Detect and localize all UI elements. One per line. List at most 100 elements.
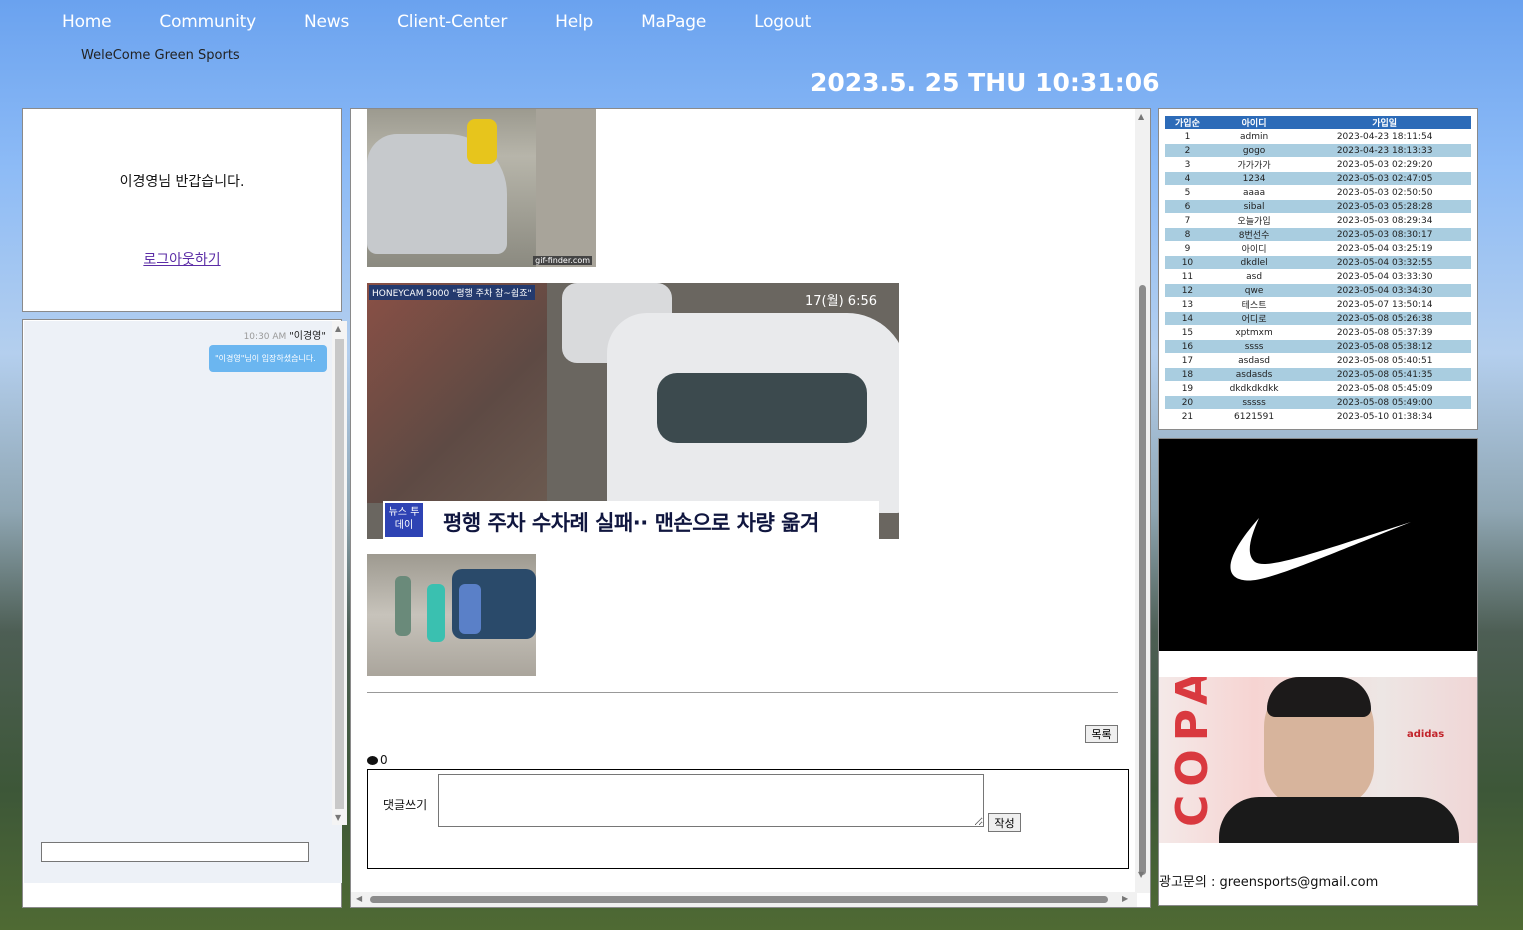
comment-label: 댓글쓰기: [383, 798, 428, 812]
member-order: 14: [1165, 312, 1210, 325]
nav-client-center[interactable]: Client-Center: [397, 12, 507, 32]
members-table-body: 1 admin 2023-04-23 18:11:54 2 gogo 2023-04-23…: [1165, 130, 1471, 423]
nav-home[interactable]: Home: [62, 12, 112, 32]
windshield-shape: [657, 373, 867, 443]
table-row: 1 admin 2023-04-23 18:11:54: [1165, 130, 1471, 143]
image-tag: HONEYCAM 5000 "평행 주차 참~쉽죠": [369, 285, 535, 300]
adidas-ad[interactable]: COPA adidas: [1159, 677, 1477, 843]
chat-input-area: [24, 825, 342, 883]
table-row: 18 asdasds 2023-05-08 05:41:35: [1165, 368, 1471, 381]
member-joined: 2023-05-08 05:45:09: [1336, 383, 1433, 394]
table-row: 9 아이디 2023-05-04 03:25:19: [1165, 242, 1471, 256]
member-order: 9: [1184, 243, 1191, 254]
member-order: 20: [1165, 396, 1210, 409]
ad-contact: 광고문의 : greensports@gmail.com: [1159, 875, 1379, 890]
person-shape: [395, 576, 411, 636]
broadcast-time: 17(월) 6:56: [805, 294, 877, 309]
member-id: 아이디: [1241, 245, 1267, 255]
table-row: 15 xptmxm 2023-05-08 05:37:39: [1165, 326, 1471, 339]
table-row: 20 sssss 2023-05-08 05:49:00: [1165, 396, 1471, 409]
nav-news[interactable]: News: [304, 12, 349, 32]
scroll-down-icon[interactable]: ▼: [335, 813, 341, 822]
table-row: 5 aaaa 2023-05-03 02:50:50: [1165, 186, 1471, 199]
table-row: 10 dkdlel 2023-05-04 03:32:55: [1165, 256, 1471, 269]
member-id: 테스트: [1241, 301, 1267, 311]
person-shape: [459, 584, 481, 634]
table-row: 21 6121591 2023-05-10 01:38:34: [1165, 410, 1471, 423]
wall-shape: [536, 109, 596, 267]
member-id: dkdlel: [1209, 256, 1299, 269]
member-order: 6: [1165, 200, 1210, 213]
member-id: dkdkdkdkk: [1229, 383, 1279, 394]
member-joined: 2023-05-08 05:40:51: [1336, 355, 1433, 366]
member-id: aaaa: [1243, 187, 1266, 198]
member-order: 17: [1181, 355, 1194, 366]
scroll-up-icon[interactable]: ▲: [335, 324, 341, 333]
member-order: 13: [1181, 299, 1194, 310]
member-id: ssss: [1209, 340, 1299, 353]
nav-help[interactable]: Help: [555, 12, 593, 32]
table-row: 7 오늘가입 2023-05-03 08:29:34: [1165, 214, 1471, 228]
member-joined: 2023-05-03 05:28:28: [1298, 200, 1471, 213]
scroll-right-icon[interactable]: ▶: [1122, 894, 1128, 903]
nav-community[interactable]: Community: [159, 12, 256, 32]
nike-swoosh-icon: [1230, 518, 1411, 581]
column-header: 아이디: [1209, 116, 1299, 129]
table-row: 16 ssss 2023-05-08 05:38:12: [1165, 340, 1471, 353]
clock: 2023.5. 25 THU 10:31:06: [810, 68, 1160, 97]
scroll-down-icon[interactable]: ▼: [1138, 870, 1144, 879]
model-hair-shape: [1267, 677, 1371, 717]
nike-ad[interactable]: [1159, 439, 1477, 651]
member-joined: 2023-05-03 02:47:05: [1298, 172, 1471, 185]
table-row: 8 8번선수 2023-05-03 08:30:17: [1165, 228, 1471, 241]
member-joined: 2023-05-07 13:50:14: [1336, 299, 1433, 310]
table-row: 4 1234 2023-05-03 02:47:05: [1165, 172, 1471, 185]
member-joined: 2023-05-08 05:38:12: [1298, 340, 1471, 353]
member-order: 4: [1165, 172, 1210, 185]
member-order: 15: [1181, 327, 1194, 338]
member-joined: 2023-05-03 08:29:34: [1336, 215, 1433, 226]
post-content: gif-finder.com HONEYCAM 5000 "평행 주차 참~쉽죠…: [350, 108, 1151, 908]
member-order: 19: [1181, 383, 1194, 394]
greeting-text: 이경영님 반갑습니다.: [119, 174, 245, 190]
adidas-logo: adidas: [1407, 729, 1445, 740]
chat-scroll-thumb[interactable]: [335, 339, 344, 809]
member-order: 16: [1165, 340, 1210, 353]
write-button[interactable]: 작성: [988, 813, 1021, 832]
chat-input[interactable]: [41, 842, 309, 862]
table-row: 19 dkdkdkdkk 2023-05-08 05:45:09: [1165, 382, 1471, 395]
horizontal-scroll-thumb[interactable]: [370, 896, 1108, 903]
chat-log: 10:30 AM "이경영" "이경영"님이 입장하셨습니다. ▲ ▼: [24, 321, 347, 825]
comment-textarea[interactable]: [438, 774, 984, 827]
content-horizontal-scrollbar[interactable]: ◀ ▶: [351, 892, 1137, 907]
member-joined: 2023-04-23 18:11:54: [1336, 131, 1433, 142]
chat-panel: 10:30 AM "이경영" "이경영"님이 입장하셨습니다. ▲ ▼: [22, 319, 347, 908]
content-vertical-scrollbar[interactable]: ▲ ▼: [1135, 109, 1150, 893]
member-joined: 2023-04-23 18:13:33: [1298, 144, 1471, 157]
person-shape: [427, 584, 445, 642]
member-id: asdasd: [1238, 355, 1270, 366]
scroll-up-icon[interactable]: ▲: [1138, 112, 1144, 121]
chat-scrollbar[interactable]: ▲ ▼: [332, 321, 347, 825]
comment-count-value: 0: [380, 753, 388, 767]
members-panel: 가입순 아이디 가입일 1 admin 2023-04-23 18:11:54 2 go…: [1158, 108, 1478, 430]
logout-link[interactable]: 로그아웃하기: [23, 249, 341, 269]
table-row: 6 sibal 2023-05-03 05:28:28: [1165, 200, 1471, 213]
vertical-scroll-thumb[interactable]: [1139, 285, 1146, 875]
post-image-2: HONEYCAM 5000 "평행 주차 참~쉽죠" 17(월) 6:56 뉴스…: [367, 283, 899, 539]
comment-bubble-icon: [367, 756, 378, 765]
scroll-left-icon[interactable]: ◀: [356, 894, 362, 903]
member-order: 5: [1184, 187, 1191, 198]
member-order: 18: [1165, 368, 1210, 381]
chat-user: "이경영": [289, 331, 326, 342]
member-joined: 2023-05-03 02:29:20: [1336, 159, 1433, 170]
member-id: 어디로: [1209, 312, 1299, 325]
member-id: sssss: [1209, 396, 1299, 409]
member-order: 1: [1184, 131, 1191, 142]
nav-logout[interactable]: Logout: [754, 12, 811, 32]
member-id: 8번선수: [1209, 228, 1299, 241]
nav-mapage[interactable]: MaPage: [641, 12, 706, 32]
list-button[interactable]: 목록: [1085, 725, 1118, 743]
chat-time: 10:30 AM: [243, 332, 287, 342]
member-order: 12: [1165, 284, 1210, 297]
